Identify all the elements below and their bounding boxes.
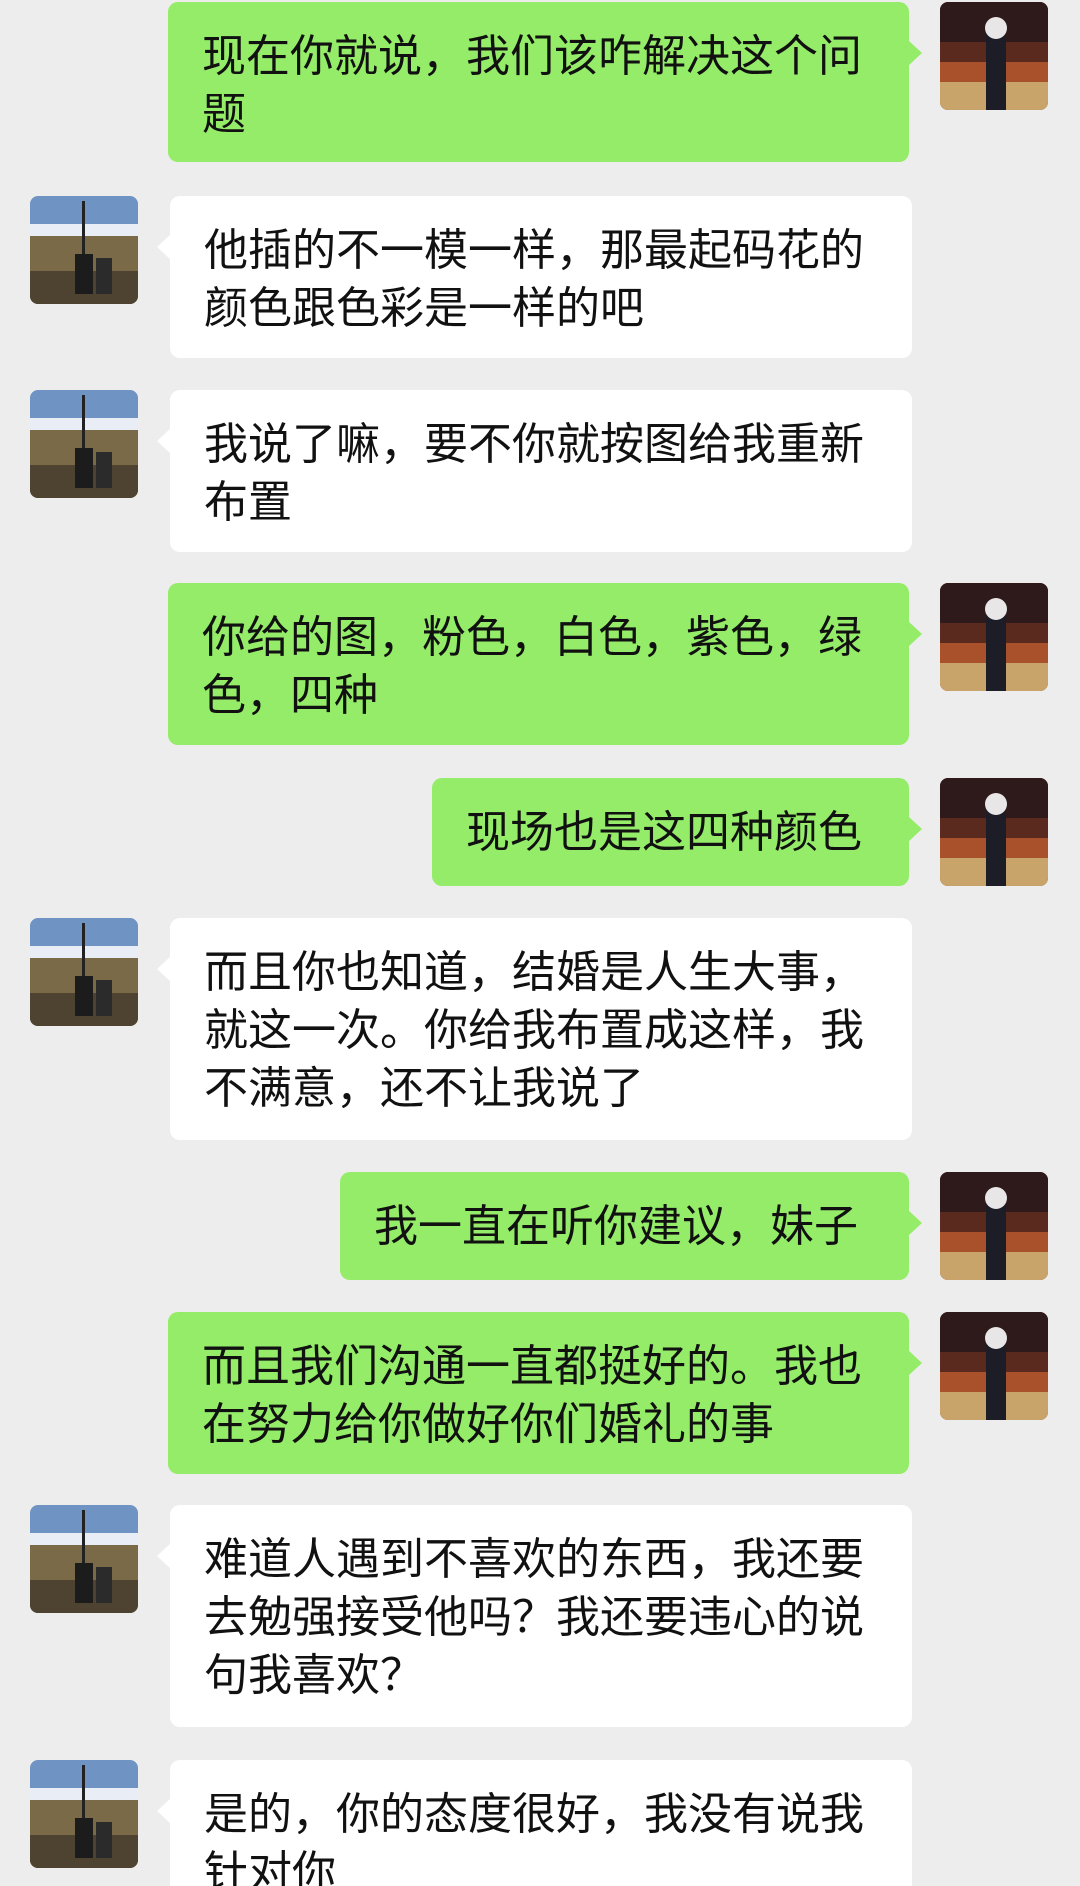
contact-avatar[interactable]	[30, 390, 138, 498]
contact-avatar[interactable]	[30, 196, 138, 304]
contact-landscape-photo-icon	[30, 1760, 138, 1868]
contact-landscape-photo-icon	[30, 1505, 138, 1613]
self-avatar-photo-icon	[940, 778, 1048, 886]
received-message-bubble[interactable]: 难道人遇到不喜欢的东西，我还要去勉强接受他吗？我还要违心的说句我喜欢？	[157, 1505, 912, 1727]
self-avatar-photo-icon	[940, 2, 1048, 110]
sent-message-bubble[interactable]: 而且我们沟通一直都挺好的。我也在努力给你做好你们婚礼的事	[168, 1312, 922, 1474]
received-message-bubble[interactable]: 他插的不一模一样，那最起码花的颜色跟色彩是一样的吧	[157, 196, 912, 358]
contact-avatar[interactable]	[30, 1505, 138, 1613]
received-message-bubble[interactable]: 是的，你的态度很好，我没有说我针对你	[157, 1760, 912, 1886]
received-message-bubble[interactable]: 我说了嘛，要不你就按图给我重新布置	[157, 390, 912, 552]
contact-landscape-photo-icon	[30, 918, 138, 1026]
self-avatar[interactable]	[940, 583, 1048, 691]
sent-message-bubble[interactable]: 你给的图，粉色，白色，紫色，绿色，四种	[168, 583, 922, 745]
self-avatar-photo-icon	[940, 1172, 1048, 1280]
contact-landscape-photo-icon	[30, 196, 138, 304]
sent-message-bubble[interactable]: 现在你就说，我们该咋解决这个问题	[168, 2, 922, 162]
contact-avatar[interactable]	[30, 918, 138, 1026]
chat-thread: 现在你就说，我们该咋解决这个问题 他插的不一模一样，那最起码花的颜色跟色彩是一样…	[0, 0, 1080, 1886]
contact-landscape-photo-icon	[30, 390, 138, 498]
sent-message-bubble[interactable]: 我一直在听你建议，妹子	[340, 1172, 922, 1280]
sent-message-bubble[interactable]: 现场也是这四种颜色	[432, 778, 922, 886]
self-avatar[interactable]	[940, 1312, 1048, 1420]
self-avatar[interactable]	[940, 2, 1048, 110]
self-avatar-photo-icon	[940, 1312, 1048, 1420]
self-avatar-photo-icon	[940, 583, 1048, 691]
self-avatar[interactable]	[940, 1172, 1048, 1280]
received-message-bubble[interactable]: 而且你也知道，结婚是人生大事，就这一次。你给我布置成这样，我不满意，还不让我说了	[157, 918, 912, 1140]
contact-avatar[interactable]	[30, 1760, 138, 1868]
self-avatar[interactable]	[940, 778, 1048, 886]
